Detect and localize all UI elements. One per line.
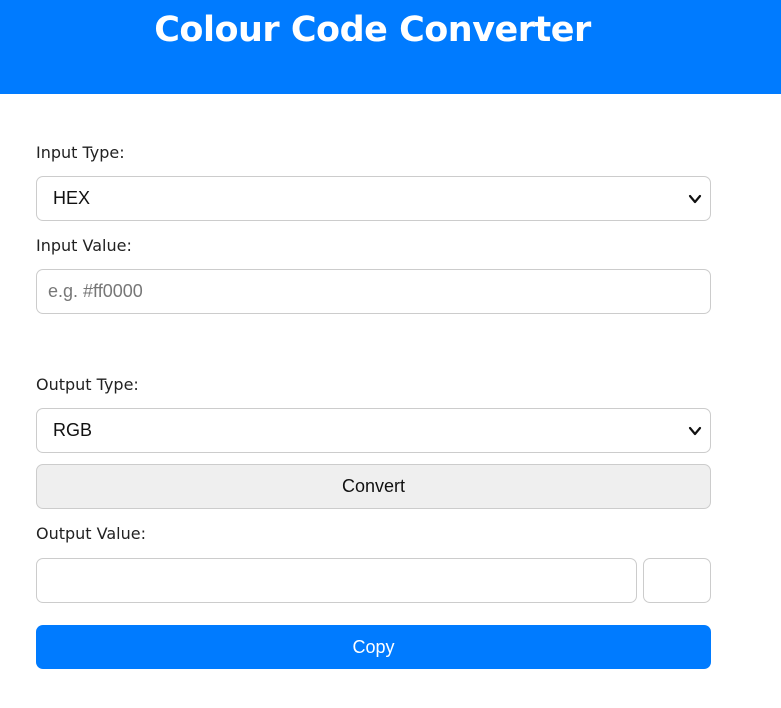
output-type-selected-value: RGB [53, 420, 93, 440]
input-type-select[interactable]: HEX [36, 176, 711, 221]
input-value-field[interactable] [36, 269, 711, 314]
input-type-selected-value: HEX [53, 188, 91, 208]
output-value-label: Output Value: [36, 524, 146, 543]
app-header: Colour Code Converter [0, 0, 781, 94]
color-preview-swatch [643, 558, 711, 603]
copy-button[interactable]: Copy [36, 625, 711, 669]
output-type-select[interactable]: RGB [36, 408, 711, 453]
convert-button[interactable]: Convert [36, 464, 711, 509]
chevron-down-icon [688, 426, 702, 436]
chevron-down-icon [688, 194, 702, 204]
output-type-label: Output Type: [36, 375, 139, 394]
input-type-label: Input Type: [36, 143, 125, 162]
output-value-field[interactable] [36, 558, 637, 603]
page-title: Colour Code Converter [154, 10, 591, 50]
input-value-label: Input Value: [36, 236, 132, 255]
